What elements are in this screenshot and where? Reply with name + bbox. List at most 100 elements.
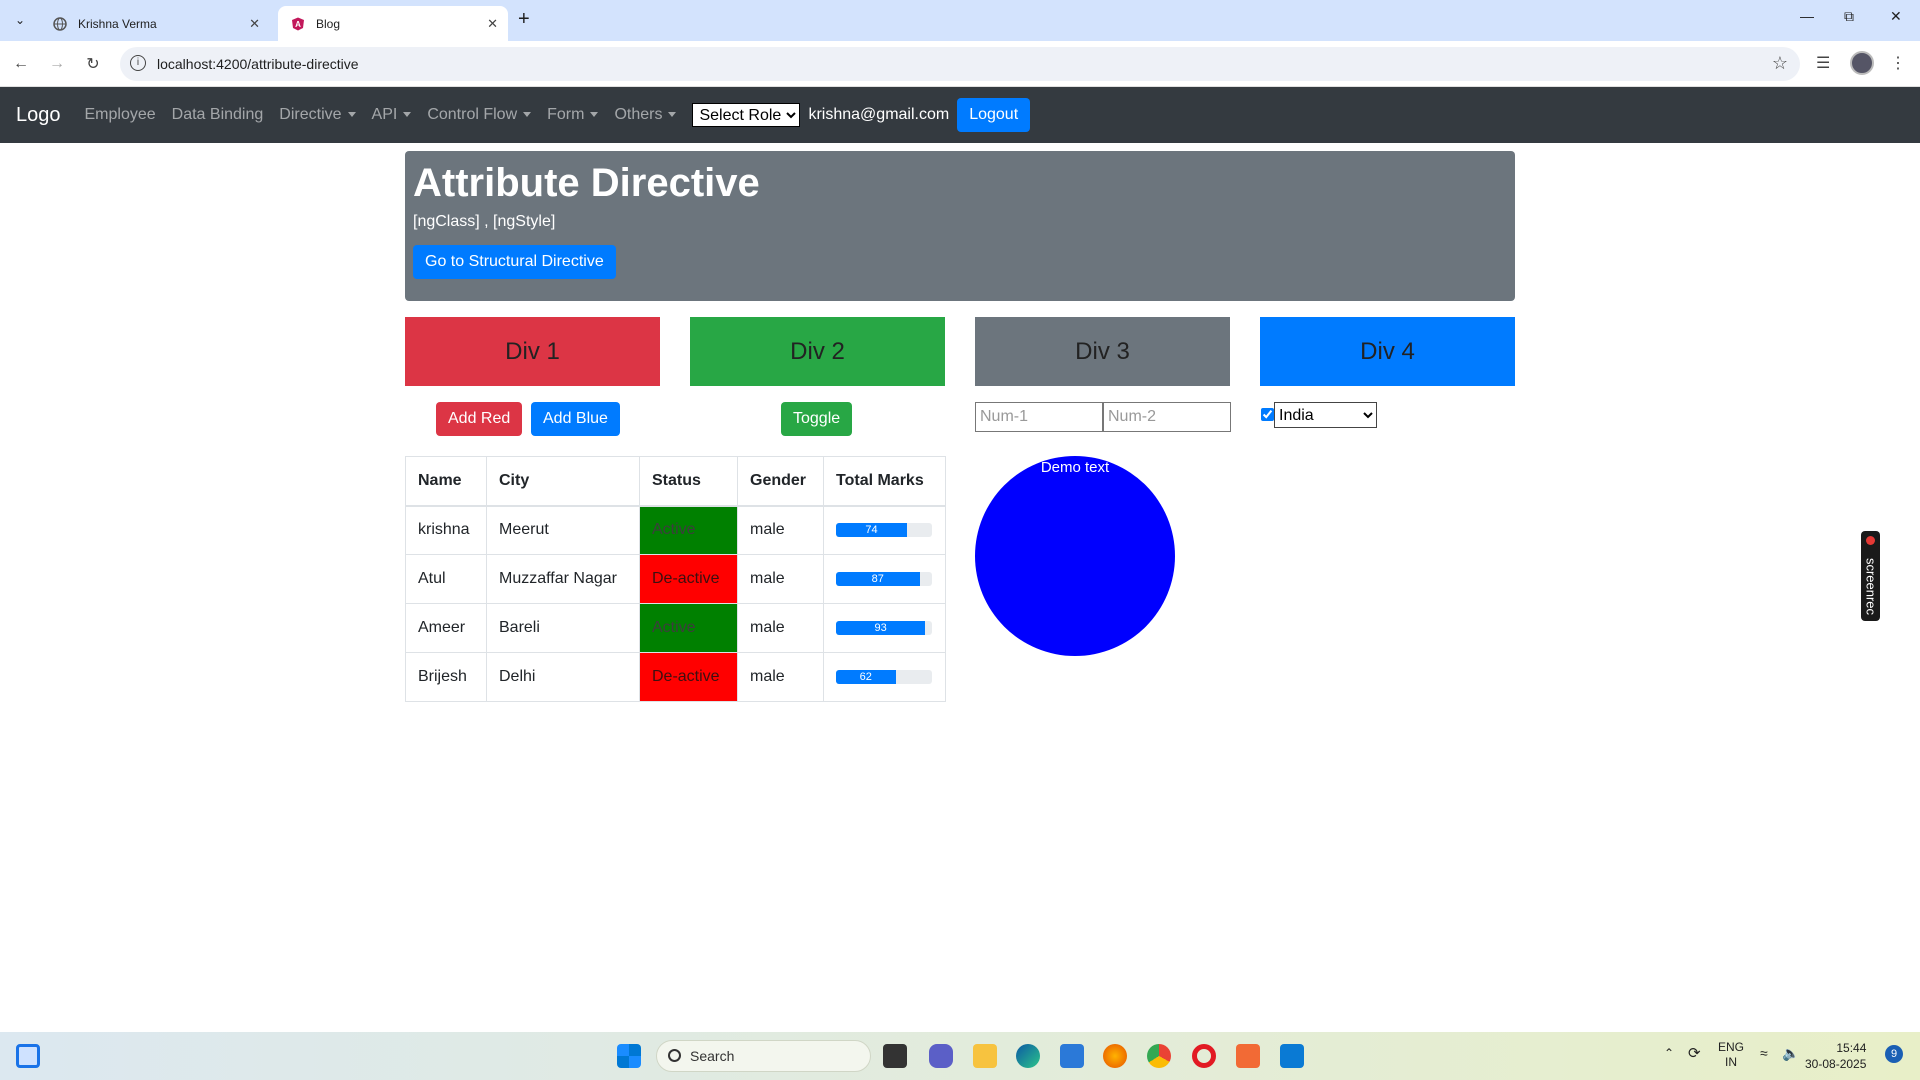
close-tab-icon[interactable]: ✕ [487, 16, 498, 32]
table-row: krishna Meerut Active male 74 [405, 505, 946, 555]
lang-text: ENG [1718, 1040, 1745, 1054]
screenrec-widget[interactable]: screenrec [1861, 531, 1880, 621]
browser-toolbar: ← → ↻ i localhost:4200/attribute-directi… [0, 41, 1920, 87]
edge-icon[interactable] [1016, 1044, 1040, 1068]
teams-chat-icon[interactable] [929, 1044, 953, 1068]
go-to-structural-directive-button[interactable]: Go to Structural Directive [413, 245, 616, 279]
marks-progress-bar: 74 [836, 523, 932, 538]
cell-status: De-active [639, 652, 738, 702]
forward-icon[interactable]: → [44, 51, 70, 77]
browser-tab-blog[interactable]: A Blog ✕ [278, 6, 508, 41]
marks-progress-fill: 87 [836, 572, 920, 586]
div-4-box: Div 4 [1260, 317, 1515, 386]
cell-gender: male [737, 652, 824, 702]
cell-name: Atul [405, 554, 487, 604]
widgets-icon[interactable] [16, 1044, 40, 1068]
caret-down-icon [523, 112, 532, 118]
profile-avatar[interactable] [1850, 51, 1874, 75]
language-indicator[interactable]: ENG IN [1718, 1040, 1744, 1070]
media-control-icon[interactable]: ☰ [1816, 53, 1830, 73]
toggle-button[interactable]: Toggle [781, 402, 853, 436]
nav-form-dropdown[interactable]: Form [547, 106, 599, 124]
nav-others-dropdown[interactable]: Others [614, 106, 677, 124]
nav-label: Form [547, 106, 585, 123]
task-view-icon[interactable] [883, 1044, 907, 1068]
nav-control-flow-dropdown[interactable]: Control Flow [427, 106, 532, 124]
url-text[interactable]: localhost:4200/attribute-directive [157, 56, 359, 72]
brand-logo[interactable]: Logo [16, 104, 61, 127]
nav-employee[interactable]: Employee [85, 106, 156, 124]
taskbar-search[interactable]: Search [656, 1040, 871, 1072]
nav-api-dropdown[interactable]: API [372, 106, 412, 124]
enable-checkbox[interactable] [1261, 408, 1274, 421]
new-tab-icon[interactable]: + [518, 8, 530, 31]
notification-badge[interactable]: 9 [1885, 1045, 1903, 1063]
region-text: IN [1725, 1055, 1737, 1069]
opera-icon[interactable] [1192, 1044, 1216, 1068]
div-1-box: Div 1 [405, 317, 660, 386]
logout-button[interactable]: Logout [957, 98, 1031, 132]
tab-search-chevron-icon[interactable]: ⌄ [8, 8, 32, 32]
num-1-input[interactable] [975, 402, 1103, 432]
xampp-icon[interactable] [1236, 1044, 1260, 1068]
role-select[interactable]: Select Role [692, 103, 801, 127]
volume-icon[interactable]: 🔈 [1782, 1045, 1799, 1062]
close-tab-icon[interactable]: ✕ [249, 16, 260, 32]
record-dot-icon [1866, 536, 1875, 545]
vscode-icon[interactable] [1280, 1044, 1304, 1068]
tab-title: Krishna Verma [78, 16, 157, 31]
cell-name: Ameer [405, 603, 487, 653]
nav-directive-dropdown[interactable]: Directive [279, 106, 356, 124]
address-bar[interactable]: i localhost:4200/attribute-directive ☆ [120, 47, 1800, 81]
screenrec-label: screenrec [1863, 557, 1879, 616]
nav-data-binding[interactable]: Data Binding [172, 106, 264, 124]
page-title: Attribute Directive [413, 161, 760, 205]
wifi-icon[interactable]: ≈ [1760, 1045, 1768, 1061]
store-icon[interactable] [1060, 1044, 1084, 1068]
cell-status: Active [639, 505, 738, 555]
file-explorer-icon[interactable] [973, 1044, 997, 1068]
marks-progress-fill: 62 [836, 670, 896, 684]
cell-gender: male [737, 603, 824, 653]
cell-gender: male [737, 505, 824, 555]
caret-down-icon [590, 112, 599, 118]
table-header-row: Name City Status Gender Total Marks [405, 456, 946, 507]
col-name: Name [405, 456, 487, 507]
add-blue-button[interactable]: Add Blue [531, 402, 620, 436]
caret-down-icon [403, 112, 412, 118]
nav-label: Others [614, 106, 663, 123]
sync-icon[interactable]: ⟳ [1688, 1044, 1701, 1062]
back-icon[interactable]: ← [8, 51, 34, 77]
site-info-icon[interactable]: i [130, 55, 146, 71]
demo-circle: Demo text [975, 456, 1175, 656]
clock-time: 15:44 [1836, 1041, 1867, 1055]
cell-marks: 62 [823, 652, 946, 702]
minimize-icon[interactable]: — [1800, 8, 1814, 24]
tab-title: Blog [316, 16, 341, 31]
windows-start-icon[interactable] [617, 1044, 641, 1068]
clock-date: 30-08-2025 [1805, 1057, 1867, 1071]
marks-progress-fill: 93 [836, 621, 926, 635]
close-window-icon[interactable]: ✕ [1890, 8, 1902, 25]
search-icon [668, 1049, 681, 1062]
restore-icon[interactable]: ⧉ [1844, 8, 1854, 25]
marks-progress-bar: 93 [836, 621, 932, 635]
system-clock[interactable]: 15:44 30-08-2025 [1805, 1040, 1866, 1072]
cell-city: Bareli [486, 603, 640, 653]
menu-kebab-icon[interactable]: ⋮ [1890, 53, 1906, 73]
cell-name: krishna [405, 505, 487, 555]
show-hidden-icons-chevron[interactable]: ⌃ [1664, 1046, 1674, 1060]
nav-label: Directive [279, 106, 342, 123]
country-select[interactable]: India [1274, 402, 1377, 428]
nav-label: Control Flow [427, 106, 518, 123]
browser-tab-krishna-verma[interactable]: Krishna Verma ✕ [40, 6, 270, 41]
num-2-input[interactable] [1103, 402, 1231, 432]
chrome-icon[interactable] [1147, 1044, 1171, 1068]
caret-down-icon [347, 112, 356, 118]
page-subtitle: [ngClass] , [ngStyle] [413, 213, 556, 230]
bookmark-star-icon[interactable]: ☆ [1772, 53, 1788, 74]
reload-icon[interactable]: ↻ [80, 51, 106, 77]
add-red-button[interactable]: Add Red [436, 402, 523, 436]
firefox-icon[interactable] [1103, 1044, 1127, 1068]
col-status: Status [639, 456, 738, 507]
